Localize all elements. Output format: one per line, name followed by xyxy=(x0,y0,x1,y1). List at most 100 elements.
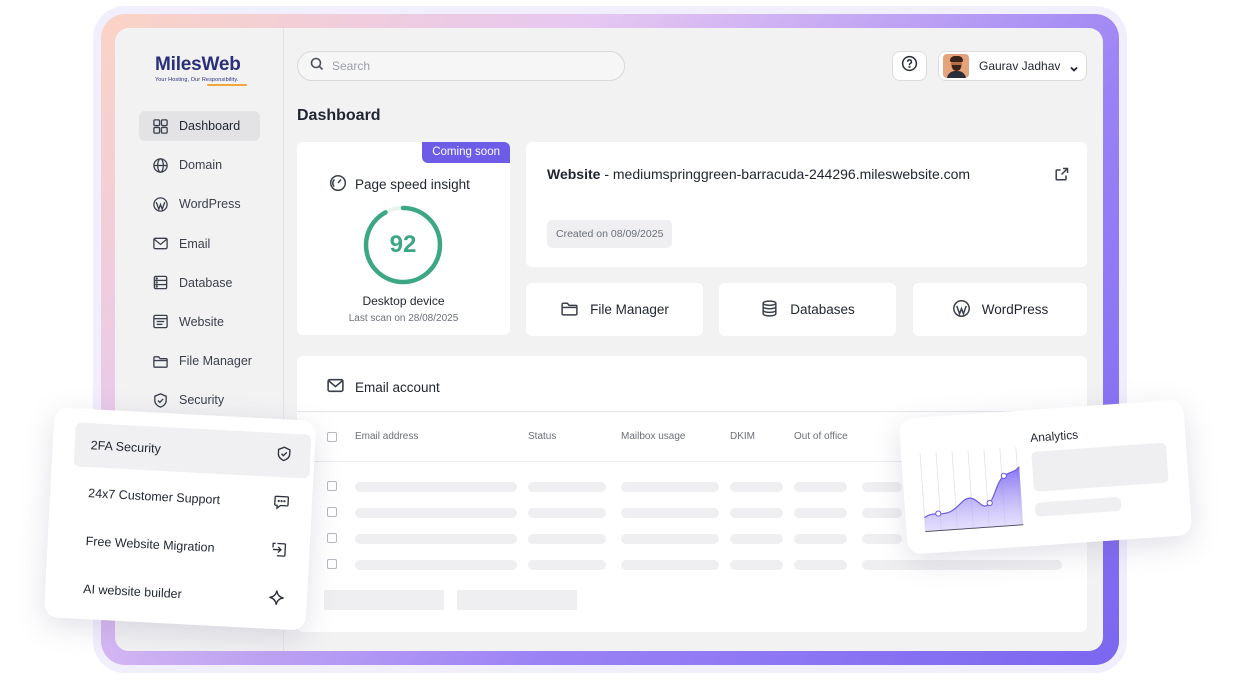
row-checkbox[interactable] xyxy=(327,481,337,491)
search-bar[interactable] xyxy=(297,51,625,81)
skeleton-cell xyxy=(528,534,606,544)
skeleton-cell xyxy=(730,534,783,544)
feature-customer-support[interactable]: 24x7 Customer Support xyxy=(71,470,309,526)
divider xyxy=(297,411,1087,412)
skeleton-footer xyxy=(457,590,577,610)
skeleton-cell xyxy=(862,560,1062,570)
website-domain[interactable]: mediumspringgreen-barracuda-244296.miles… xyxy=(613,166,970,182)
sidebar-item-label: File Manager xyxy=(179,354,252,369)
grid-icon xyxy=(151,117,169,135)
quick-link-label: WordPress xyxy=(981,302,1049,317)
quick-link-databases[interactable]: Databases xyxy=(719,283,896,336)
column-out-of-office: Out of office xyxy=(794,431,848,442)
shield-check-icon xyxy=(275,445,293,466)
skeleton-cell xyxy=(730,560,783,570)
mail-icon xyxy=(151,235,169,253)
search-input[interactable] xyxy=(332,59,592,73)
feature-website-migration[interactable]: Free Website Migration xyxy=(69,518,307,574)
quick-link-label: Databases xyxy=(790,302,855,317)
folder-icon xyxy=(151,352,169,370)
sidebar-item-label: Database xyxy=(179,275,233,290)
skeleton-cell xyxy=(621,560,719,570)
wordpress-icon xyxy=(151,195,169,213)
wordpress-icon xyxy=(952,299,982,321)
page-title: Dashboard xyxy=(297,107,381,124)
sidebar-item-security[interactable]: Security xyxy=(139,385,260,415)
page-speed-card: Coming soon Page speed insight 92 Deskto… xyxy=(297,142,510,335)
skeleton-footer xyxy=(324,590,444,610)
shield-icon xyxy=(151,391,169,409)
help-button[interactable] xyxy=(892,51,927,81)
chart-point xyxy=(1000,472,1007,480)
logo-tagline: Your Hosting, Our Responsibility. xyxy=(155,77,239,83)
feature-label: 2FA Security xyxy=(90,438,162,456)
analytics-card: Analytics xyxy=(898,399,1193,555)
email-account-header: Email account xyxy=(326,376,440,398)
feature-ai-builder[interactable]: AI website builder xyxy=(66,566,304,622)
chart-point xyxy=(986,499,993,507)
skeleton-cell xyxy=(355,482,517,492)
analytics-title: Analytics xyxy=(1029,427,1079,445)
skeleton-cell xyxy=(355,560,517,570)
sidebar-item-label: Domain xyxy=(179,158,223,173)
features-card: 2FA Security 24x7 Customer Support Free … xyxy=(43,407,317,631)
chart-point xyxy=(935,510,942,517)
row-checkbox[interactable] xyxy=(327,533,337,543)
row-checkbox[interactable] xyxy=(327,507,337,517)
skeleton-cell xyxy=(621,508,719,518)
sidebar-item-domain[interactable]: Domain xyxy=(139,150,260,180)
feature-label: 24x7 Customer Support xyxy=(87,486,221,508)
sidebar-item-website[interactable]: Website xyxy=(139,307,260,337)
skeleton-cell xyxy=(621,534,719,544)
speedometer-icon xyxy=(329,174,355,195)
website-line: Website - mediumspringgreen-barracuda-24… xyxy=(547,166,970,182)
quick-link-wordpress[interactable]: WordPress xyxy=(913,283,1087,336)
external-link-icon[interactable] xyxy=(1054,166,1070,182)
skeleton-cell xyxy=(794,560,847,570)
skeleton-cell xyxy=(730,482,783,492)
sidebar-item-database[interactable]: Database xyxy=(139,268,260,298)
page-speed-label: Page speed insight xyxy=(355,177,470,192)
globe-icon xyxy=(151,156,169,174)
sparkle-icon xyxy=(267,589,285,610)
column-mailbox-usage: Mailbox usage xyxy=(621,431,686,442)
sidebar-item-email[interactable]: Email xyxy=(139,229,260,259)
page-speed-title: Page speed insight xyxy=(329,174,470,195)
logo-underline xyxy=(207,84,247,86)
sidebar-item-label: Dashboard xyxy=(179,119,241,133)
analytics-sparkline xyxy=(919,446,1024,533)
last-scan-date: Last scan on 28/08/2025 xyxy=(348,313,459,324)
skeleton-cell xyxy=(528,482,606,492)
skeleton-cell xyxy=(730,508,783,518)
coming-soon-badge: Coming soon xyxy=(422,142,510,163)
sidebar-item-dashboard[interactable]: Dashboard xyxy=(139,111,260,141)
sidebar-item-label: WordPress xyxy=(179,197,241,212)
sidebar-item-file-manager[interactable]: File Manager xyxy=(139,346,260,376)
column-email-address: Email address xyxy=(355,431,419,442)
skeleton-placeholder xyxy=(1034,496,1122,517)
skeleton-cell xyxy=(355,534,517,544)
select-all-checkbox[interactable] xyxy=(327,432,337,442)
sidebar-item-label: Website xyxy=(179,314,224,329)
skeleton-cell xyxy=(528,560,606,570)
user-name: Gaurav Jadhav xyxy=(979,59,1061,73)
search-icon xyxy=(310,57,332,76)
column-status: Status xyxy=(528,431,557,442)
website-card: Website - mediumspringgreen-barracuda-24… xyxy=(526,142,1087,267)
feature-2fa-security[interactable]: 2FA Security xyxy=(73,422,312,479)
skeleton-cell xyxy=(794,534,847,544)
chart-area xyxy=(924,466,1024,532)
skeleton-cell xyxy=(862,482,902,492)
row-checkbox[interactable] xyxy=(327,559,337,569)
skeleton-cell xyxy=(355,508,517,518)
database-icon xyxy=(760,299,790,321)
browser-icon xyxy=(151,313,169,331)
logo[interactable]: MilesWeb Your Hosting, Our Responsibilit… xyxy=(155,54,247,86)
sidebar-nav: Dashboard Domain WordPress Email Databas… xyxy=(139,111,260,425)
quick-link-file-manager[interactable]: File Manager xyxy=(526,283,703,336)
user-menu-button[interactable]: Gaurav Jadhav xyxy=(938,51,1087,81)
sidebar-item-wordpress[interactable]: WordPress xyxy=(139,189,260,219)
sidebar-item-label: Security xyxy=(179,393,225,408)
column-dkim: DKIM xyxy=(730,431,755,442)
created-date-badge: Created on 08/09/2025 xyxy=(547,220,673,248)
